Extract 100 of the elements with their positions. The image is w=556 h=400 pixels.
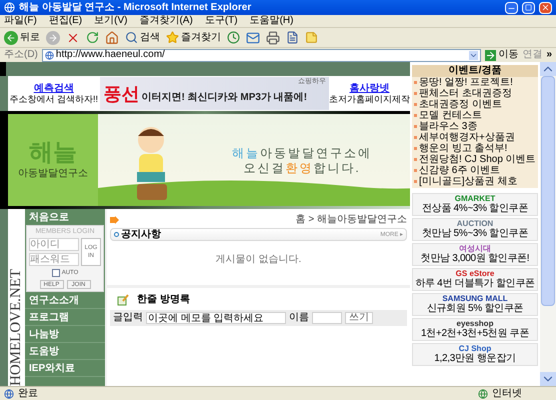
- event-link[interactable]: 행운의 빙고 출석부!: [419, 143, 508, 154]
- name-label: 이름: [289, 313, 309, 323]
- ie-icon: [4, 2, 15, 13]
- logo-subtitle: 아동발달연구소: [18, 169, 88, 179]
- refresh-icon[interactable]: [86, 31, 99, 44]
- coupon-text: 신규회원 5% 할인쿠폰: [426, 304, 524, 314]
- bullet-icon: [414, 103, 417, 106]
- maximize-icon: [525, 4, 532, 11]
- coupon-card[interactable]: AUCTION 첫만남 5%~3% 할인쿠폰: [412, 218, 538, 241]
- coupon-card[interactable]: SAMSUNG MALL 신규회원 5% 할인쿠폰: [412, 293, 538, 316]
- bullet-icon: [414, 180, 417, 183]
- coupon-card[interactable]: GS eStore 하루 4번 더블특가 할인쿠폰: [412, 268, 538, 291]
- event-link[interactable]: [미니골드]상품권 체호: [419, 176, 518, 187]
- event-link[interactable]: 초대권증정 이벤트: [419, 99, 502, 110]
- menu-item[interactable]: 파일(F): [4, 16, 37, 26]
- coupon-text: 전상품 4%~3% 할인쿠폰: [422, 204, 528, 214]
- go-button[interactable]: 이동: [485, 50, 518, 60]
- event-link[interactable]: 모델 컨테스트: [419, 110, 482, 121]
- coupon-card[interactable]: CJ Shop 1,2,3만원 행운잡기: [412, 343, 538, 366]
- coupon-text: 1,2,3만원 행운잡기: [434, 354, 516, 364]
- event-link[interactable]: 팬체스터 초대권증정: [419, 88, 512, 99]
- scroll-thumb[interactable]: [541, 76, 555, 306]
- pencil-note-icon: [117, 294, 129, 306]
- menu-item[interactable]: 편집(E): [48, 16, 82, 26]
- event-link[interactable]: 몽땅! 얼짱! 프로젝트!: [419, 77, 513, 88]
- bullet-icon: [414, 114, 417, 117]
- favorites-button[interactable]: 즐겨찾기: [166, 30, 221, 45]
- coupon-text: 1천+2천+3천+5천원 쿠폰: [420, 329, 530, 339]
- id-field[interactable]: 아이디: [29, 238, 79, 251]
- brand-logo: CJ Shop: [458, 345, 492, 353]
- input-label: 글입력: [113, 313, 143, 323]
- coupon-card[interactable]: 여성시대 첫만남 3,000원 할인쿠폰!: [412, 243, 538, 266]
- brand-logo: 여성시대: [459, 245, 491, 253]
- history-icon[interactable]: [227, 31, 240, 44]
- link-caption: 초저가홈페이지제작: [329, 94, 410, 104]
- search-icon: [125, 31, 138, 44]
- name-field[interactable]: [312, 312, 342, 324]
- maximize-button[interactable]: [522, 2, 535, 14]
- event-link[interactable]: 전원당첨! CJ Shop 이벤트: [419, 154, 536, 165]
- guestbook-title: 한줄 방명록: [137, 295, 190, 305]
- globe-icon: [478, 388, 488, 398]
- memo-field[interactable]: 이곳에 메모를 입력하세요: [146, 312, 286, 324]
- mail-icon[interactable]: [246, 30, 260, 44]
- scrollbar[interactable]: [540, 62, 556, 386]
- coupon-text: 첫만남 5%~3% 할인쿠폰: [422, 229, 528, 239]
- arrow-icon: [110, 216, 119, 224]
- ad-headline: 풍선: [104, 84, 140, 102]
- brand-logo: GS eStore: [456, 270, 494, 278]
- coupon-card[interactable]: eyesshop 1천+2천+3천+5천원 쿠폰: [412, 318, 538, 341]
- auto-login-checkbox[interactable]: [52, 269, 60, 277]
- bullet-icon: [414, 81, 417, 84]
- ad-text: 이터지면! 최신디카와 MP3가 내품에!: [142, 92, 308, 102]
- coupon-text: 하루 4번 더블특가 할인쿠폰: [415, 279, 535, 289]
- window-title: 해늘 아동발달 연구소 - Microsoft Internet Explorer: [19, 2, 252, 12]
- link[interactable]: 홈사랑넷: [350, 82, 390, 94]
- link-caption: 주소창에서 검색하자!!: [9, 94, 98, 104]
- nav-item[interactable]: 처음으로: [25, 209, 105, 225]
- welcome-text: 해늘 아동발달연구소에: [232, 146, 372, 158]
- dropdown-icon: [469, 50, 478, 60]
- zone-text: 인터넷: [492, 388, 523, 398]
- brand-logo: SAMSUNG MALL: [442, 295, 508, 303]
- menu-item[interactable]: 보기(V): [94, 16, 128, 26]
- scroll-up-icon[interactable]: [540, 62, 556, 76]
- brand-logo: AUCTION: [456, 220, 494, 228]
- events-title: 이벤트/경품: [412, 65, 538, 77]
- link[interactable]: 예측검색: [34, 82, 74, 94]
- address-label: 주소(D): [4, 50, 38, 60]
- site-title: HOMELOVE.NET: [9, 268, 24, 386]
- event-link[interactable]: 신감량 6주 이벤트: [419, 165, 500, 176]
- star-icon: [166, 31, 179, 44]
- status-text: 완료: [18, 388, 39, 398]
- event-link[interactable]: 세부여행경자+상품권: [419, 132, 515, 143]
- coupon-card[interactable]: GMARKET 전상품 4%~3% 할인쿠폰: [412, 193, 538, 216]
- address-field[interactable]: http://www.haeneul.com/: [42, 48, 482, 62]
- menu-item[interactable]: 도움말(H): [250, 16, 294, 26]
- bullet-icon: [414, 136, 417, 139]
- menu-item[interactable]: 즐겨찾기(A): [139, 16, 193, 26]
- bullet-icon: [114, 232, 119, 237]
- notice-title: 공지사항: [114, 230, 161, 240]
- password-field[interactable]: 패스워드: [29, 253, 79, 266]
- breadcrumb: 홈 > 해늘아동발달연구소: [296, 215, 407, 225]
- minimize-button[interactable]: [505, 2, 518, 14]
- brand-logo: eyesshop: [456, 320, 494, 328]
- print-icon[interactable]: [266, 30, 280, 44]
- chevron-more[interactable]: »: [546, 50, 552, 60]
- brand-logo: GMARKET: [454, 195, 496, 203]
- event-link[interactable]: 블라우스 3종: [419, 121, 478, 132]
- back-icon: [4, 30, 18, 44]
- menu-item[interactable]: 도구(T): [204, 16, 238, 26]
- home-icon[interactable]: [105, 30, 119, 44]
- bullet-icon: [414, 92, 417, 95]
- search-button[interactable]: 검색: [125, 30, 160, 45]
- bullet-icon: [414, 125, 417, 128]
- close-button[interactable]: [539, 2, 552, 14]
- back-button[interactable]: 뒤로: [4, 30, 40, 45]
- welcome-text: 오신걸 환영 합니다.: [243, 162, 361, 174]
- coupon-text: 첫만남 3,000원 할인쿠폰!: [420, 254, 530, 264]
- close-icon: [541, 3, 550, 12]
- scroll-down-icon[interactable]: [540, 372, 556, 386]
- submit-button[interactable]: 쓰기: [345, 312, 373, 324]
